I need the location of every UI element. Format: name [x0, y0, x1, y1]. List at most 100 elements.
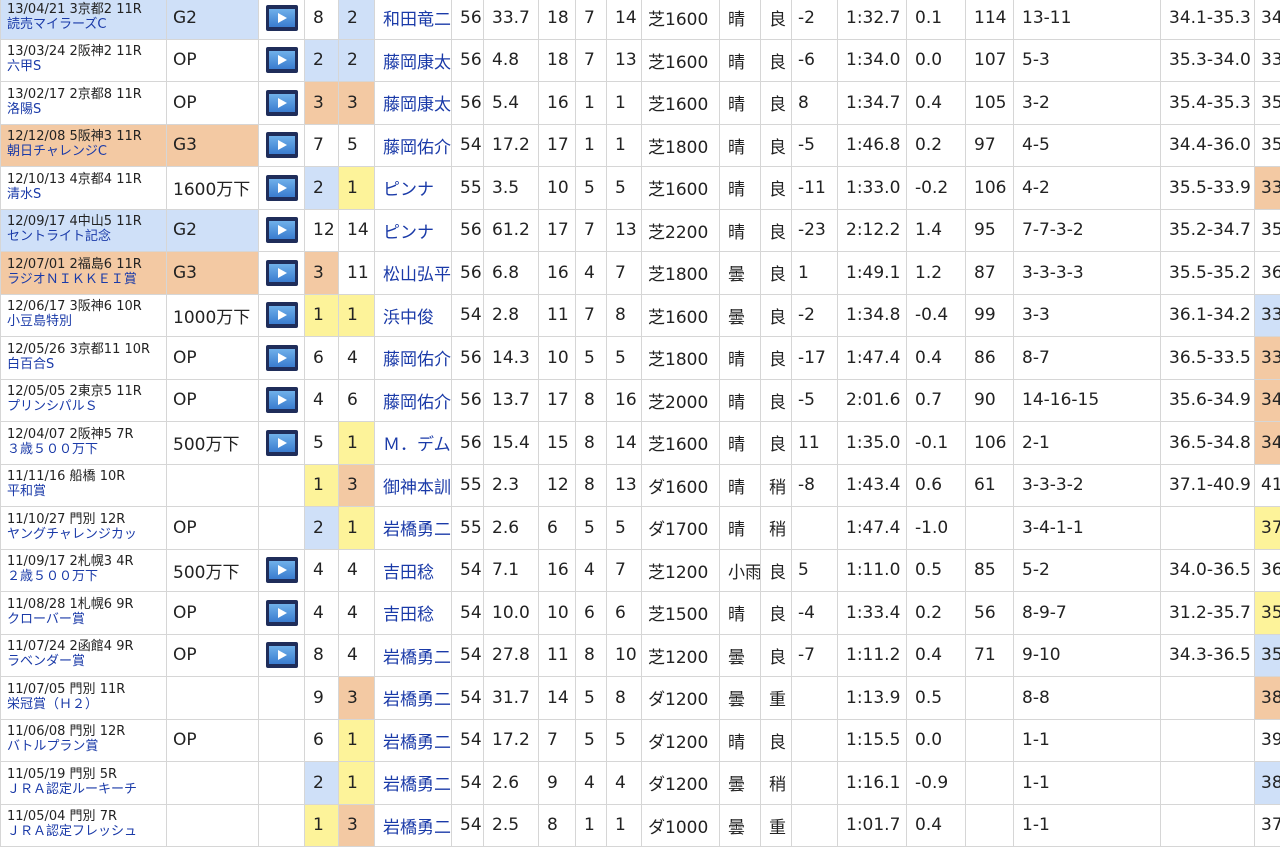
- video-play-icon[interactable]: [266, 387, 298, 413]
- race-name-link[interactable]: セントライト記念: [7, 230, 166, 245]
- jockey-link[interactable]: ピンナ: [375, 167, 452, 210]
- weight: 54: [452, 677, 484, 720]
- jockey-link[interactable]: 吉田稔: [375, 549, 452, 592]
- race-time: 1:49.1: [838, 252, 907, 295]
- grade-cell: OP: [167, 39, 259, 82]
- video-play-icon[interactable]: [266, 217, 298, 243]
- race-name-link[interactable]: 小豆島特別: [7, 315, 166, 330]
- race-number: 9R: [116, 597, 133, 612]
- jockey-link[interactable]: 岩橋勇二: [375, 719, 452, 762]
- video-cell[interactable]: [259, 252, 305, 295]
- video-cell[interactable]: [259, 422, 305, 465]
- video-play-icon[interactable]: [266, 90, 298, 116]
- video-cell[interactable]: [259, 634, 305, 677]
- race-name-link[interactable]: ＪＲＡ認定フレッシュ: [7, 825, 166, 840]
- horse-number: 3: [339, 804, 375, 847]
- video-play-icon[interactable]: [266, 175, 298, 201]
- video-play-icon[interactable]: [266, 132, 298, 158]
- race-name-link[interactable]: 栄冠賞（Ｈ２）: [7, 698, 166, 713]
- video-cell[interactable]: [259, 294, 305, 337]
- last-3f: 35.1: [1255, 592, 1280, 635]
- video-play-icon[interactable]: [266, 642, 298, 668]
- table-row: 11/06/08 門別 12Rバトルプラン賞OP61岩橋勇二5417.2755ダ…: [1, 719, 1280, 762]
- video-play-icon[interactable]: [266, 260, 298, 286]
- jockey-link[interactable]: 岩橋勇二: [375, 762, 452, 805]
- race-name-link[interactable]: 清水S: [7, 188, 166, 203]
- race-name-link[interactable]: 白百合S: [7, 358, 166, 373]
- video-cell[interactable]: [259, 82, 305, 125]
- video-play-icon[interactable]: [266, 430, 298, 456]
- jockey-link[interactable]: 岩橋勇二: [375, 507, 452, 550]
- race-name-link[interactable]: ＪＲＡ認定ルーキーチ: [7, 783, 166, 798]
- jockey-link[interactable]: 岩橋勇二: [375, 677, 452, 720]
- jockey-link[interactable]: Ｍ．デム: [375, 422, 452, 465]
- video-play-icon[interactable]: [266, 5, 298, 31]
- race-name-link[interactable]: 朝日チャレンジC: [7, 145, 166, 160]
- odds: 2.6: [484, 507, 539, 550]
- race-name-link[interactable]: ３歳５００万下: [7, 443, 166, 458]
- video-cell[interactable]: [259, 124, 305, 167]
- jockey-link[interactable]: 岩橋勇二: [375, 634, 452, 677]
- jockey-link[interactable]: ピンナ: [375, 209, 452, 252]
- race-number: 11R: [116, 214, 142, 229]
- jockey-link[interactable]: 和田竜二: [375, 0, 452, 39]
- race-date: 13/02/17: [7, 87, 65, 102]
- video-play-icon[interactable]: [266, 302, 298, 328]
- jockey-link[interactable]: 藤岡佑介: [375, 337, 452, 380]
- finish-position: 1: [607, 82, 642, 125]
- race-date-place: 12/07/01 2福島6 11R: [7, 258, 166, 273]
- race-name-link[interactable]: ラベンダー賞: [7, 655, 166, 670]
- race-name-link[interactable]: プリンシパルＳ: [7, 400, 166, 415]
- finish-position: 7: [607, 549, 642, 592]
- table-row: 12/07/01 2福島6 11RラジオＮＩＫＫＥＩ賞G3311松山弘平566.…: [1, 252, 1280, 295]
- course: ダ1200: [642, 762, 720, 805]
- video-cell[interactable]: [259, 337, 305, 380]
- video-cell[interactable]: [259, 0, 305, 39]
- popularity: 7: [576, 209, 607, 252]
- video-cell[interactable]: [259, 379, 305, 422]
- video-play-icon[interactable]: [266, 345, 298, 371]
- video-cell[interactable]: [259, 592, 305, 635]
- race-name-link[interactable]: 六甲S: [7, 60, 166, 75]
- race-name-link[interactable]: 読売マイラーズC: [7, 18, 166, 33]
- frame-number: 12: [305, 209, 339, 252]
- jockey-link[interactable]: 藤岡佑介: [375, 124, 452, 167]
- video-cell[interactable]: [259, 39, 305, 82]
- race-date: 11/05/19: [7, 767, 65, 782]
- race-time: 1:33.4: [838, 592, 907, 635]
- table-row: 11/08/28 1札幌6 9Rクローバー賞OP44吉田稔5410.01066芝…: [1, 592, 1280, 635]
- jockey-link[interactable]: 浜中俊: [375, 294, 452, 337]
- jockey-link[interactable]: 吉田稔: [375, 592, 452, 635]
- popularity: 5: [576, 167, 607, 210]
- jockey-link[interactable]: 藤岡佑介: [375, 379, 452, 422]
- popularity: 8: [576, 634, 607, 677]
- race-name-link[interactable]: 平和賞: [7, 485, 166, 500]
- race-name-link[interactable]: クローバー賞: [7, 613, 166, 628]
- race-name-link[interactable]: 洛陽S: [7, 103, 166, 118]
- course: ダ1700: [642, 507, 720, 550]
- jockey-link[interactable]: 藤岡康太: [375, 39, 452, 82]
- time-margin: 0.2: [907, 124, 966, 167]
- jockey-link[interactable]: 藤岡康太: [375, 82, 452, 125]
- video-play-icon[interactable]: [266, 47, 298, 73]
- video-play-icon[interactable]: [266, 557, 298, 583]
- race-name-link[interactable]: ２歳５００万下: [7, 570, 166, 585]
- jockey-link[interactable]: 岩橋勇二: [375, 804, 452, 847]
- race-date-place: 12/10/13 4京都4 11R: [7, 173, 166, 188]
- video-cell[interactable]: [259, 167, 305, 210]
- race-number: 11R: [116, 257, 142, 272]
- video-play-icon[interactable]: [266, 600, 298, 626]
- jockey-link[interactable]: 御神本訓: [375, 464, 452, 507]
- speed-index: 106: [966, 422, 1014, 465]
- frame-number: 8: [305, 0, 339, 39]
- race-date: 12/07/01: [7, 257, 65, 272]
- track-condition: 良: [761, 634, 792, 677]
- video-cell[interactable]: [259, 209, 305, 252]
- course: 芝1200: [642, 634, 720, 677]
- race-name-link[interactable]: ヤングチャレンジカッ: [7, 528, 166, 543]
- race-name-link[interactable]: ラジオＮＩＫＫＥＩ賞: [7, 273, 166, 288]
- race-name-link[interactable]: バトルプラン賞: [7, 740, 166, 755]
- jockey-link[interactable]: 松山弘平: [375, 252, 452, 295]
- video-cell[interactable]: [259, 549, 305, 592]
- passing-order: 4-2: [1014, 167, 1161, 210]
